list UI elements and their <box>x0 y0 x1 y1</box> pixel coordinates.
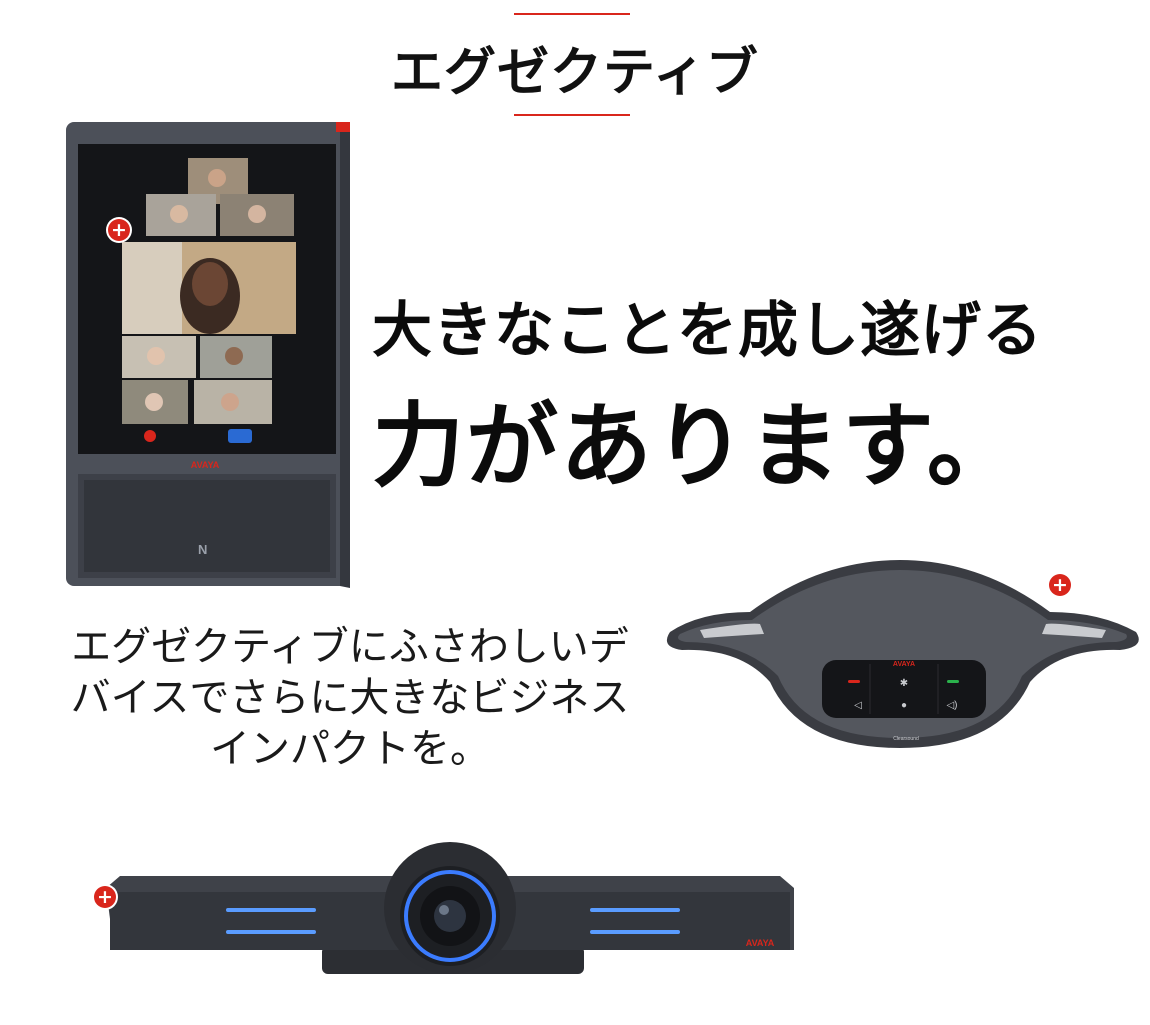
camera-expand-button[interactable]: + <box>94 886 116 908</box>
hero-headline-line2: 力があります。 <box>372 393 1021 500</box>
camera-brand-label: AVAYA <box>746 938 775 948</box>
svg-text:✱: ✱ <box>900 678 908 689</box>
conference-speakerphone-image: AVAYA ✱ ◁ ● ◁) Clearsound <box>666 560 1139 748</box>
speaker-brand-label: AVAYA <box>893 661 915 668</box>
speaker-expand-button[interactable]: + <box>1049 574 1071 596</box>
tablet-expand-button[interactable]: + <box>108 219 130 241</box>
description-line1: エグゼクティブにふさわしいデ <box>71 624 629 670</box>
description-line2: バイスでさらに大きなビジネス <box>70 675 630 721</box>
video-tablet-device-image: AVAYA N <box>66 122 350 588</box>
hero-headline-line1: 大きなことを成し遂げる <box>372 296 1043 366</box>
description-line3: インパクトを。 <box>210 726 490 772</box>
speaker-maker-label: Clearsound <box>893 736 919 742</box>
svg-text:●: ● <box>901 700 907 711</box>
svg-text:◁): ◁) <box>946 700 957 711</box>
section-title: エグゼクティブ <box>391 43 759 103</box>
svg-text:N: N <box>198 542 207 557</box>
tablet-brand-label: AVAYA <box>191 460 220 470</box>
description-text: エグゼクティブにふさわしいデ バイスでさらに大きなビジネス インパクトを。 <box>60 622 640 775</box>
video-bar-camera-image: AVAYA <box>106 842 794 974</box>
svg-text:◁: ◁ <box>854 700 862 711</box>
title-rule-top <box>514 13 630 15</box>
title-rule-bottom <box>514 114 630 116</box>
